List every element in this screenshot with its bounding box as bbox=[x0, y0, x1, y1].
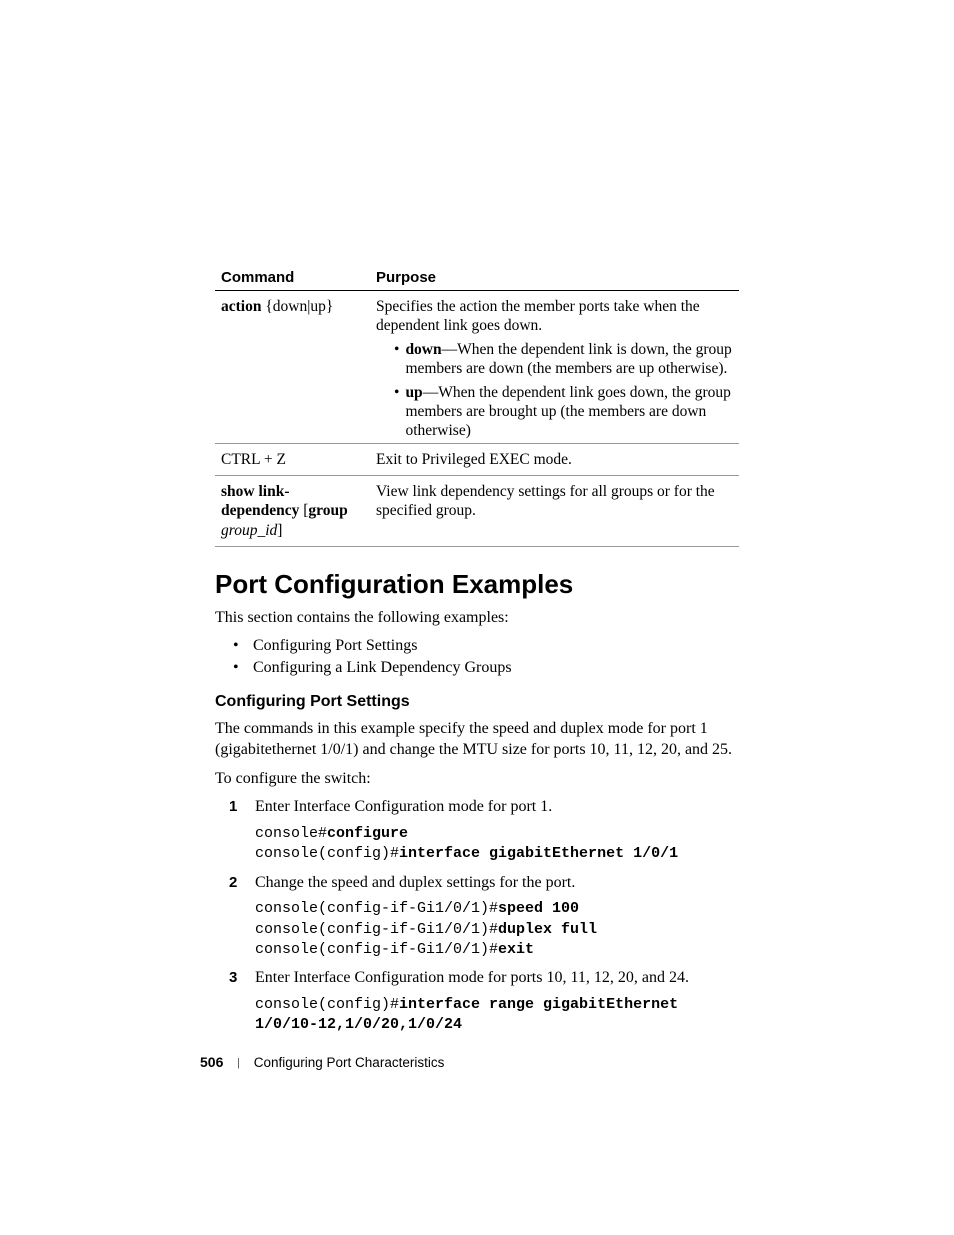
command-table: Command Purpose action {down|up} Specifi… bbox=[215, 265, 739, 547]
cli-block: console#configure console(config)#interfa… bbox=[255, 824, 739, 865]
chapter-title: Configuring Port Characteristics bbox=[254, 1055, 445, 1070]
subsection-lead: To configure the switch: bbox=[215, 769, 739, 790]
cli-command: exit bbox=[498, 941, 534, 958]
list-item: Configuring a Link Dependency Groups bbox=[253, 659, 739, 677]
table-row: • up—When the dependent link goes down, t… bbox=[215, 381, 739, 444]
cell-command: show link-dependency [group group_id] bbox=[215, 476, 370, 547]
syntax: ] bbox=[277, 522, 282, 539]
cell-purpose: Exit to Privileged EXEC mode. bbox=[370, 443, 739, 475]
subsection-heading: Configuring Port Settings bbox=[215, 693, 739, 711]
section-intro: This section contains the following exam… bbox=[215, 608, 739, 629]
page-number: 506 bbox=[200, 1054, 223, 1070]
cli-prompt: console(config-if-Gi1/0/1)# bbox=[255, 900, 498, 917]
page-footer: 506 | Configuring Port Characteristics bbox=[200, 1054, 444, 1070]
cell-command: CTRL + Z bbox=[215, 443, 370, 475]
cli-command: speed 100 bbox=[498, 900, 579, 917]
cli-prompt: console(config-if-Gi1/0/1)# bbox=[255, 921, 498, 938]
keyword: group bbox=[308, 502, 347, 519]
bullet-icon: • bbox=[394, 340, 399, 379]
cell-purpose: View link dependency settings for all gr… bbox=[370, 476, 739, 547]
step-item: Enter Interface Configuration mode for p… bbox=[255, 968, 739, 1035]
bullet-text: —When the dependent link goes down, the … bbox=[405, 384, 730, 440]
table-header-command: Command bbox=[215, 265, 370, 291]
subsection-intro: The commands in this example specify the… bbox=[215, 719, 739, 761]
cell-command: action {down|up} bbox=[215, 291, 370, 338]
step-text: Enter Interface Configuration mode for p… bbox=[255, 798, 552, 815]
cli-block: console(config-if-Gi1/0/1)#speed 100cons… bbox=[255, 899, 739, 960]
cell-purpose-bullet: • down—When the dependent link is down, t… bbox=[370, 338, 739, 381]
table-header-purpose: Purpose bbox=[370, 265, 739, 291]
cell-purpose: Specifies the action the member ports ta… bbox=[370, 291, 739, 338]
bullet-text: —When the dependent link is down, the gr… bbox=[405, 341, 731, 377]
keyword: up bbox=[405, 384, 422, 401]
cell-purpose-bullet: • up—When the dependent link goes down, t… bbox=[370, 381, 739, 444]
bullet-icon: • bbox=[394, 383, 399, 441]
page-content: Command Purpose action {down|up} Specifi… bbox=[0, 0, 954, 1035]
step-item: Enter Interface Configuration mode for p… bbox=[255, 797, 739, 864]
keyword: action bbox=[221, 298, 261, 315]
steps-list: Enter Interface Configuration mode for p… bbox=[215, 797, 739, 1035]
cli-command: interface gigabitEthernet 1/0/1 bbox=[399, 845, 678, 862]
cli-prompt: console(config)# bbox=[255, 845, 399, 862]
list-item: Configuring Port Settings bbox=[253, 637, 739, 655]
keyword: show link-dependency bbox=[221, 483, 299, 519]
cli-block: console(config)#interface range gigabitE… bbox=[255, 995, 739, 1036]
table-row: action {down|up} Specifies the action th… bbox=[215, 291, 739, 338]
table-row: show link-dependency [group group_id] Vi… bbox=[215, 476, 739, 547]
cli-command: duplex full bbox=[498, 921, 597, 938]
syntax: {down|up} bbox=[265, 298, 333, 315]
cli-prompt: console(config)# bbox=[255, 996, 399, 1013]
parameter: group_id bbox=[221, 522, 277, 539]
step-item: Change the speed and duplex settings for… bbox=[255, 873, 739, 961]
separator-icon: | bbox=[227, 1057, 250, 1069]
step-text: Enter Interface Configuration mode for p… bbox=[255, 969, 689, 986]
cli-command: configure bbox=[327, 825, 408, 842]
section-heading: Port Configuration Examples bbox=[215, 569, 739, 600]
table-row: CTRL + Z Exit to Privileged EXEC mode. bbox=[215, 443, 739, 475]
keyword: down bbox=[405, 341, 441, 358]
cli-prompt: console(config-if-Gi1/0/1)# bbox=[255, 941, 498, 958]
cli-prompt: console# bbox=[255, 825, 327, 842]
examples-list: Configuring Port Settings Configuring a … bbox=[215, 637, 739, 677]
table-row: • down—When the dependent link is down, t… bbox=[215, 338, 739, 381]
step-text: Change the speed and duplex settings for… bbox=[255, 874, 575, 891]
